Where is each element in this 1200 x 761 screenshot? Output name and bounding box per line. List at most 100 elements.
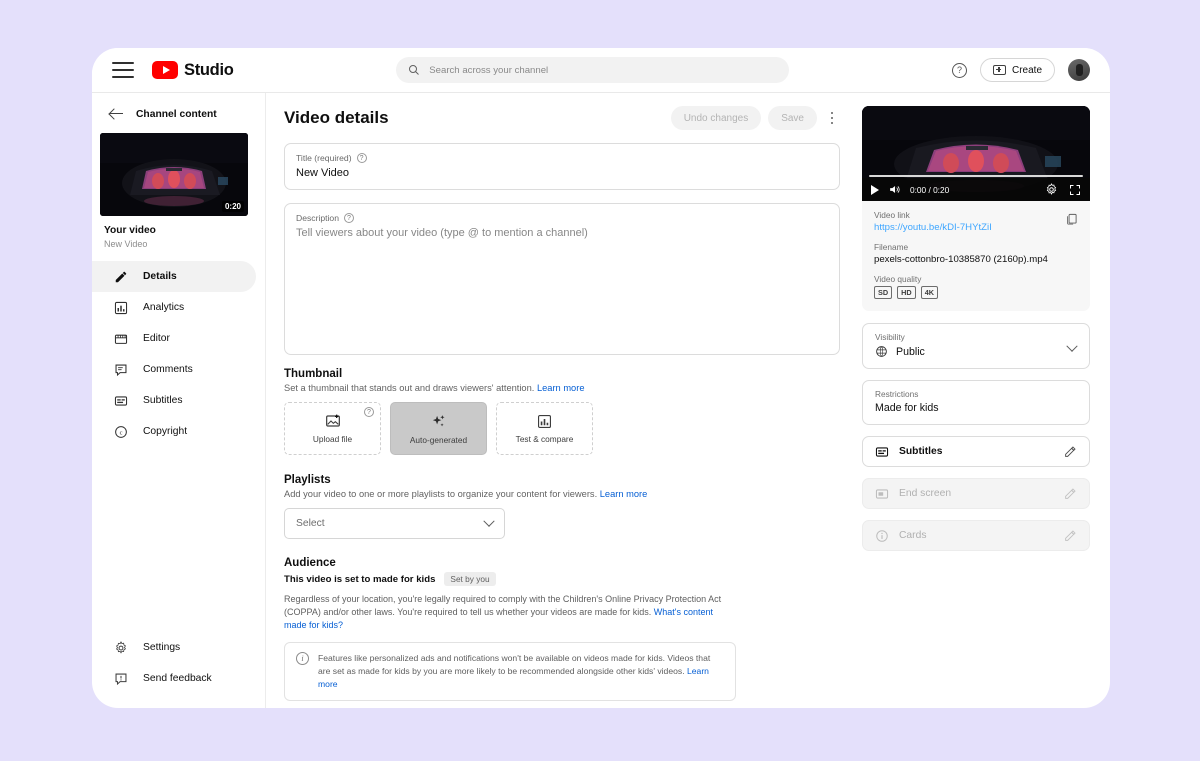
description-field-placeholder: Tell viewers about your video (type @ to…: [296, 227, 588, 239]
page-title: Video details: [284, 108, 389, 127]
subtitles-row[interactable]: Subtitles: [862, 436, 1090, 468]
audience-legal-text-row: Regardless of your location, you're lega…: [284, 593, 727, 632]
fullscreen-icon[interactable]: [1069, 184, 1081, 196]
player-right-controls: [1045, 183, 1081, 196]
create-button-label: Create: [1011, 64, 1042, 76]
avatar[interactable]: [1068, 59, 1090, 81]
visibility-select[interactable]: Visibility Public: [862, 323, 1090, 370]
playlists-heading: Playlists: [284, 474, 331, 486]
back-to-channel-content[interactable]: Channel content: [92, 93, 265, 133]
video-quality-label: Video quality: [874, 274, 922, 284]
more-options-icon[interactable]: [824, 110, 840, 126]
video-side-panel: 0:00 / 0:20 Video link https://youtu.be/…: [862, 93, 1110, 708]
search-input[interactable]: Search across your channel: [396, 57, 790, 83]
cards-label: Cards: [899, 530, 927, 542]
nav-bottom-list: Settings Send feedback: [92, 632, 265, 694]
top-bar: Studio Search across your channel ? Crea…: [92, 48, 1110, 93]
video-thumbnail[interactable]: 0:20: [100, 133, 248, 216]
thumbnail-option-upload-file[interactable]: ? Upload file: [284, 402, 381, 455]
thumbnail-heading: Thumbnail: [284, 368, 343, 380]
chevron-down-icon: [483, 515, 495, 527]
cards-row: Cards: [862, 520, 1090, 552]
visibility-value-row: Public: [875, 345, 1077, 358]
arrow-left-icon: [110, 107, 124, 121]
sidebar-item-settings[interactable]: Settings: [92, 632, 256, 663]
quality-badge-sd: SD: [874, 286, 893, 300]
filename-value: pexels-cottonbro-10385870 (2160p).mp4: [874, 254, 1048, 265]
playlist-select[interactable]: Select: [284, 508, 505, 539]
info-icon: [876, 529, 888, 542]
create-button[interactable]: Create: [979, 58, 1055, 82]
thumbnail-subtext: Set a thumbnail that stands out and draw…: [284, 383, 535, 393]
thumbnail-option-auto-generated[interactable]: Auto-generated: [390, 402, 487, 455]
sidebar-item-analytics[interactable]: Analytics: [92, 292, 256, 323]
sidebar-item-label: Comments: [143, 364, 193, 375]
help-icon[interactable]: ?: [356, 153, 367, 163]
thumbnail-option-test-and-compare[interactable]: Test & compare: [496, 402, 593, 455]
pencil-icon[interactable]: [1064, 445, 1077, 458]
end-screen-row: End screen: [862, 478, 1090, 510]
end-screen-label: End screen: [899, 488, 952, 500]
subtitles-label: Subtitles: [899, 446, 943, 458]
thumbnail-learn-more-link[interactable]: Learn more: [537, 383, 585, 393]
playlists-subtext: Add your video to one or more playlists …: [284, 489, 598, 499]
sparkle-icon: [432, 414, 445, 426]
sidebar-item-editor[interactable]: Editor: [92, 323, 256, 354]
help-icon[interactable]: ?: [344, 213, 354, 223]
sidebar-item-label: Details: [143, 271, 177, 282]
header-actions: Undo changes Save: [670, 106, 840, 130]
audience-info-box: i Features like personalized ads and not…: [284, 642, 736, 701]
video-link-value[interactable]: https://youtu.be/kDI-7HYtZiI: [874, 222, 1078, 233]
thumbnail-options: ? Upload file Auto-generated Test & comp…: [284, 402, 840, 455]
thumbnail-option-label: Upload file: [312, 434, 353, 444]
sidebar-item-send-feedback[interactable]: Send feedback: [92, 663, 256, 694]
sidebar-item-details[interactable]: Details: [92, 261, 256, 292]
copyright-icon: c: [113, 424, 128, 439]
back-label: Channel content: [136, 108, 217, 120]
description-field-label-row: Description ?: [296, 213, 828, 223]
image-upload-icon: [325, 414, 340, 427]
clapper-icon: [113, 331, 128, 346]
create-icon: [992, 65, 1006, 75]
sidebar-item-subtitles[interactable]: Subtitles: [92, 385, 256, 416]
playlists-learn-more-link[interactable]: Learn more: [600, 489, 648, 499]
sidebar-item-comments[interactable]: Comments: [92, 354, 256, 385]
audience-info-text-row: Features like personalized ads and notif…: [318, 652, 724, 691]
video-link-label: Video link: [874, 210, 910, 220]
audience-status: This video is set to made for kids Set b…: [284, 572, 840, 586]
restrictions-value: Made for kids: [875, 402, 939, 415]
sidebar-item-copyright[interactable]: c Copyright: [92, 416, 256, 447]
sidebar-item-label: Settings: [143, 642, 181, 653]
help-icon[interactable]: ?: [364, 407, 374, 417]
left-nav: Channel content 0:20 Your video New Vide…: [92, 93, 266, 708]
video-player[interactable]: 0:00 / 0:20: [862, 106, 1090, 201]
description-field[interactable]: Description ? Tell viewers about your vi…: [284, 203, 840, 355]
volume-icon[interactable]: [888, 183, 901, 196]
brand-name: Studio: [184, 60, 234, 79]
body: Channel content 0:20 Your video New Vide…: [92, 93, 1110, 708]
comment-icon: [113, 362, 128, 377]
visibility-label: Visibility: [875, 332, 905, 343]
play-icon[interactable]: [871, 184, 879, 195]
search-placeholder: Search across your channel: [429, 64, 549, 76]
save-button[interactable]: Save: [768, 106, 817, 130]
hamburger-icon[interactable]: [112, 62, 134, 78]
thumbnail-option-label: Auto-generated: [409, 434, 468, 445]
title-field[interactable]: Title (required) ? New Video: [284, 143, 840, 190]
studio-logo[interactable]: Studio: [152, 61, 234, 80]
pencil-icon: [1065, 488, 1076, 499]
gear-icon[interactable]: [1045, 183, 1058, 196]
sidebar-item-label: Editor: [143, 333, 170, 344]
help-icon[interactable]: ?: [951, 62, 967, 78]
audience-status-text: This video is set to made for kids: [284, 573, 436, 585]
undo-changes-button[interactable]: Undo changes: [670, 106, 762, 130]
progress-bar[interactable]: [869, 174, 1083, 177]
thumbnail-subtext-row: Set a thumbnail that stands out and draw…: [284, 383, 840, 393]
search-icon: [409, 65, 420, 75]
copy-icon[interactable]: [1065, 212, 1078, 226]
studio-window: Studio Search across your channel ? Crea…: [92, 48, 1110, 708]
visibility-value: Public: [896, 345, 925, 358]
description-field-label: Description: [296, 213, 339, 223]
status-badge: Set by you: [444, 572, 496, 586]
feedback-icon: [113, 671, 128, 686]
